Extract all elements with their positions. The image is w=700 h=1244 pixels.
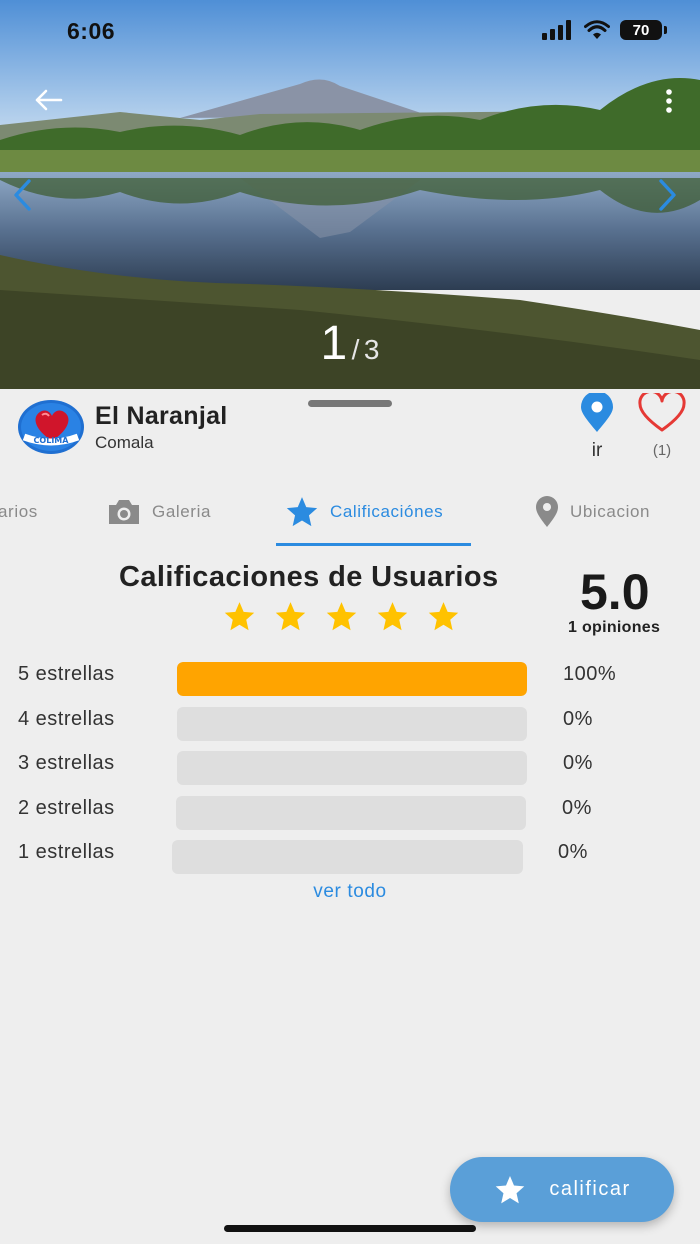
distribution-label: 3 estrellas [18, 752, 115, 774]
distribution-bar-fill [177, 662, 527, 696]
status-bar: 6:06 70 [0, 0, 700, 62]
tab-bar: arios Galeria Calificaciónes Ubicacion [0, 488, 700, 548]
more-options-button[interactable] [656, 86, 682, 116]
previous-photo-button[interactable] [4, 176, 40, 214]
home-indicator[interactable] [224, 1225, 476, 1232]
photo-total: 3 [363, 334, 380, 365]
opinions-count: 1 opiniones [568, 619, 661, 636]
star-filled-icon [428, 602, 459, 631]
distribution-row: 2 estrellas 0% [0, 796, 700, 833]
distribution-row: 1 estrellas 0% [0, 840, 700, 877]
distribution-label: 4 estrellas [18, 708, 115, 730]
distribution-percent: 100% [563, 663, 617, 685]
place-header: COLIMA El Naranjal Comala [16, 399, 228, 455]
logo-text: COLIMA [34, 436, 70, 445]
star-icon [286, 497, 318, 527]
distribution-row: 3 estrellas 0% [0, 751, 700, 788]
rating-score: 5.0 [580, 564, 650, 620]
back-button[interactable] [28, 84, 68, 116]
distribution-bar [177, 751, 527, 785]
tab-galeria[interactable]: Galeria [106, 488, 211, 536]
distribution-row: 4 estrellas 0% [0, 707, 700, 744]
colima-logo: COLIMA [18, 400, 84, 454]
battery-icon: 70 [620, 20, 667, 40]
location-pin-icon [581, 391, 613, 432]
back-arrow-icon [35, 89, 63, 111]
ratings-title: Calificaciones de Usuarios [119, 561, 499, 593]
camera-icon [109, 500, 139, 524]
rate-button-label: calificar [549, 1178, 631, 1200]
star-filled-icon [377, 602, 408, 631]
tab-label: Ubicacion [570, 502, 651, 521]
tab-label: Calificaciónes [330, 502, 444, 521]
rating-stars [222, 600, 461, 633]
place-name: El Naranjal [95, 401, 228, 430]
star-filled-icon [326, 602, 357, 631]
photo-current: 1 [320, 317, 348, 370]
active-tab-indicator [276, 543, 471, 546]
distribution-label: 1 estrellas [18, 841, 115, 863]
rate-button[interactable]: calificar [450, 1157, 674, 1222]
distribution-bar [177, 707, 527, 741]
distribution-percent: 0% [563, 708, 593, 730]
more-vertical-icon [666, 89, 672, 113]
see-all-link[interactable]: ver todo [0, 881, 700, 903]
distribution-percent: 0% [558, 841, 588, 863]
photo-gallery[interactable]: 6:06 70 1 / 3 [0, 0, 700, 389]
distribution-label: 5 estrellas [18, 663, 115, 685]
sheet-drag-handle[interactable] [308, 400, 392, 407]
star-filled-icon [224, 602, 255, 631]
wifi-icon [584, 20, 610, 39]
star-icon [496, 1175, 525, 1203]
distribution-bar [172, 840, 523, 874]
star-filled-icon [275, 602, 306, 631]
directions-label: ir [591, 440, 603, 461]
status-time: 6:06 [67, 18, 116, 44]
distribution-bar [176, 796, 526, 830]
distribution-percent: 0% [562, 797, 592, 819]
favorites-count: (1) [652, 442, 672, 459]
photo-counter: 1 / 3 [0, 316, 700, 371]
chevron-left-icon [14, 179, 31, 211]
distribution-row: 5 estrellas 100% [0, 662, 700, 699]
favorite-button[interactable]: (1) [636, 389, 688, 459]
heart-outline-icon [638, 389, 686, 432]
next-photo-button[interactable] [650, 176, 686, 214]
distribution-bar [177, 662, 527, 696]
distribution-label: 2 estrellas [18, 797, 115, 819]
tab-label: Galeria [152, 502, 212, 521]
battery-level: 70 [632, 21, 650, 39]
place-location: Comala [95, 432, 154, 452]
tab-calificaciones[interactable]: Calificaciónes [284, 488, 443, 536]
distribution-percent: 0% [563, 752, 593, 774]
tab-comentarios[interactable]: arios [0, 488, 38, 536]
tab-label: arios [0, 502, 38, 521]
chevron-right-icon [659, 179, 676, 211]
photo-separator: / [351, 334, 360, 365]
tab-ubicacion[interactable]: Ubicacion [534, 488, 650, 536]
directions-button[interactable]: ir [575, 391, 619, 462]
location-pin-icon [536, 496, 558, 527]
cellular-signal-icon [542, 20, 571, 40]
